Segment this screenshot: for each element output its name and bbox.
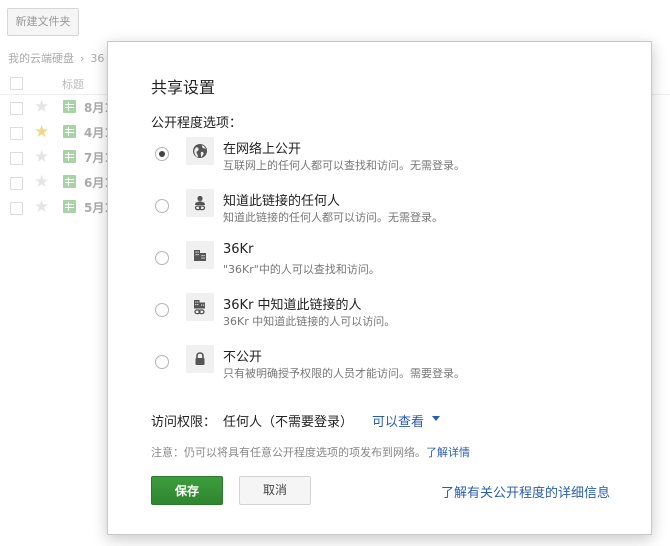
chevron-down-icon[interactable]: [432, 416, 440, 421]
option-description: 知道此链接的任何人都可以访问。无需登录。: [223, 211, 443, 224]
option-description: 只有被明确授予权限的人员才能访问。需要登录。: [223, 367, 465, 380]
building-icon: [186, 241, 214, 269]
visibility-option-domain-with-link[interactable]: 36Kr 中知道此链接的人 36Kr 中知道此链接的人可以访问。: [148, 293, 628, 341]
row-checkbox[interactable]: [10, 152, 23, 165]
note-learn-more-link[interactable]: 了解详情: [426, 446, 470, 459]
option-title[interactable]: 36Kr 中知道此链接的人: [223, 294, 362, 313]
spreadsheet-icon: [63, 200, 76, 213]
radio-public[interactable]: [155, 147, 169, 161]
star-icon[interactable]: ★: [34, 172, 49, 192]
list-item[interactable]: ★ 5月1: [0, 196, 120, 220]
option-description: 互联网上的任何人都可以查找和访问。无需登录。: [223, 159, 465, 172]
row-checkbox[interactable]: [10, 102, 23, 115]
breadcrumb-separator: ›: [80, 52, 85, 65]
dialog-title: 共享设置: [151, 78, 216, 97]
star-icon[interactable]: ★: [34, 147, 49, 167]
star-icon[interactable]: ★: [34, 122, 49, 142]
star-icon[interactable]: ★: [34, 97, 49, 117]
column-title-header[interactable]: 标题: [62, 76, 84, 92]
list-item[interactable]: ★ 6月1: [0, 171, 120, 195]
access-label: 访问权限：: [151, 415, 217, 430]
option-description: 36Kr 中知道此链接的人可以访问。: [223, 315, 396, 328]
visibility-options-label: 公开程度选项：: [151, 116, 243, 131]
option-title[interactable]: 在网络上公开: [223, 138, 301, 157]
list-item[interactable]: ★ 7月1: [0, 146, 120, 170]
new-folder-button[interactable]: 新建文件夹: [7, 8, 79, 36]
visibility-option-public[interactable]: 在网络上公开 互联网上的任何人都可以查找和访问。无需登录。: [148, 137, 628, 185]
visibility-option-private[interactable]: 不公开 只有被明确授予权限的人员才能访问。需要登录。: [148, 345, 628, 393]
option-title[interactable]: 36Kr: [223, 242, 253, 257]
list-item[interactable]: ★ 4月1: [0, 121, 120, 145]
radio-domain[interactable]: [155, 251, 169, 265]
option-title[interactable]: 不公开: [223, 346, 262, 365]
visibility-option-anyone-with-link[interactable]: 知道此链接的任何人 知道此链接的任何人都可以访问。无需登录。: [148, 189, 628, 237]
radio-domain-with-link[interactable]: [155, 303, 169, 317]
spreadsheet-icon: [63, 125, 76, 138]
publish-note: 注意：仍可以将具有任意公开程度选项的项发布到网络。了解详情: [151, 444, 470, 460]
breadcrumb: 我的云端硬盘 › 36: [8, 50, 104, 66]
row-checkbox[interactable]: [10, 127, 23, 140]
select-all-checkbox[interactable]: [10, 77, 23, 90]
sharing-settings-dialog: 共享设置 公开程度选项： 在网络上公开 互联网上的任何人都可以查找和访问。无需登…: [107, 41, 652, 535]
permission-dropdown[interactable]: 可以查看: [372, 411, 424, 430]
option-title[interactable]: 知道此链接的任何人: [223, 190, 340, 209]
save-button[interactable]: 保存: [151, 476, 223, 505]
list-item[interactable]: ★ 8月1: [0, 96, 120, 120]
person-link-icon: [186, 189, 214, 217]
option-description: "36Kr"中的人可以查找和访问。: [223, 263, 380, 276]
radio-private[interactable]: [155, 355, 169, 369]
spreadsheet-icon: [63, 175, 76, 188]
building-link-icon: [186, 293, 214, 321]
note-text: 注意：仍可以将具有任意公开程度选项的项发布到网络。: [151, 446, 426, 459]
visibility-details-link[interactable]: 了解有关公开程度的详细信息: [441, 482, 610, 501]
radio-anyone-with-link[interactable]: [155, 199, 169, 213]
row-checkbox[interactable]: [10, 202, 23, 215]
star-icon[interactable]: ★: [34, 197, 49, 217]
breadcrumb-root[interactable]: 我的云端硬盘: [8, 52, 74, 65]
lock-icon: [186, 345, 214, 373]
globe-icon: [186, 137, 214, 165]
spreadsheet-icon: [63, 150, 76, 163]
access-value: 任何人（不需要登录）: [223, 415, 354, 430]
cancel-button[interactable]: 取消: [239, 476, 311, 505]
spreadsheet-icon: [63, 100, 76, 113]
breadcrumb-current[interactable]: 36: [90, 52, 104, 65]
visibility-option-domain[interactable]: 36Kr "36Kr"中的人可以查找和访问。: [148, 241, 628, 289]
row-checkbox[interactable]: [10, 177, 23, 190]
